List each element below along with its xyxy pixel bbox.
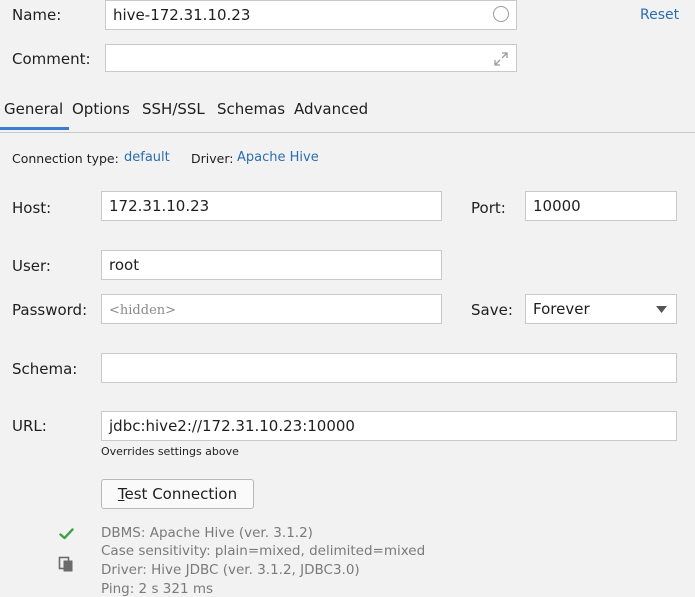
url-input[interactable]: jdbc:hive2://172.31.10.23:10000 — [101, 411, 677, 441]
user-value: root — [109, 256, 140, 274]
expand-icon[interactable] — [493, 51, 509, 67]
url-value: jdbc:hive2://172.31.10.23:10000 — [109, 417, 355, 435]
copy-icon[interactable] — [58, 556, 75, 573]
ping-info: Ping: 2 s 321 ms — [101, 581, 214, 597]
tab-advanced[interactable]: Advanced — [294, 100, 368, 118]
name-value: hive-172.31.10.23 — [113, 6, 251, 24]
user-input[interactable]: root — [101, 250, 442, 280]
port-input[interactable]: 10000 — [525, 191, 677, 221]
save-value: Forever — [533, 300, 590, 318]
url-note: Overrides settings above — [101, 445, 239, 458]
connection-type-label: Connection type: — [12, 151, 119, 166]
chevron-down-icon — [656, 306, 667, 313]
host-value: 172.31.10.23 — [109, 197, 210, 215]
name-label: Name: — [12, 6, 62, 24]
comment-input[interactable] — [105, 44, 517, 72]
dbms-info: DBMS: Apache Hive (ver. 3.1.2) — [101, 525, 313, 541]
driver-info: Driver: Hive JDBC (ver. 3.1.2, JDBC3.0) — [101, 562, 360, 578]
port-value: 10000 — [533, 197, 581, 215]
password-placeholder: <hidden> — [109, 303, 177, 318]
tab-general[interactable]: General — [0, 100, 70, 130]
test-connection-mnemonic: T — [117, 485, 125, 503]
host-input[interactable]: 172.31.10.23 — [101, 191, 442, 221]
port-label: Port: — [471, 199, 506, 217]
schema-input[interactable] — [101, 353, 677, 383]
tab-ssh-ssl[interactable]: SSH/SSL — [142, 100, 205, 118]
reset-link[interactable]: Reset — [640, 7, 679, 23]
host-label: Host: — [12, 199, 52, 217]
password-label: Password: — [12, 301, 88, 319]
url-label: URL: — [12, 417, 47, 435]
tab-schemas[interactable]: Schemas — [217, 100, 285, 118]
circle-icon[interactable] — [493, 6, 509, 22]
password-input[interactable]: <hidden> — [101, 294, 442, 324]
check-icon — [59, 528, 74, 540]
test-connection-label: est Connection — [124, 485, 238, 503]
name-input[interactable]: hive-172.31.10.23 — [105, 0, 517, 30]
save-label: Save: — [471, 301, 513, 319]
user-label: User: — [12, 257, 51, 275]
tab-options[interactable]: Options — [72, 100, 130, 118]
driver-link[interactable]: Apache Hive — [237, 150, 319, 165]
driver-label: Driver: — [191, 151, 234, 166]
comment-label: Comment: — [12, 50, 91, 68]
save-select[interactable]: Forever — [525, 294, 677, 324]
test-connection-button[interactable]: Test Connection — [101, 479, 254, 509]
tab-bar: General Options SSH/SSL Schemas Advanced — [0, 92, 695, 133]
connection-type-link[interactable]: default — [124, 150, 170, 165]
schema-label: Schema: — [12, 360, 78, 378]
case-sensitivity-info: Case sensitivity: plain=mixed, delimited… — [101, 543, 426, 559]
